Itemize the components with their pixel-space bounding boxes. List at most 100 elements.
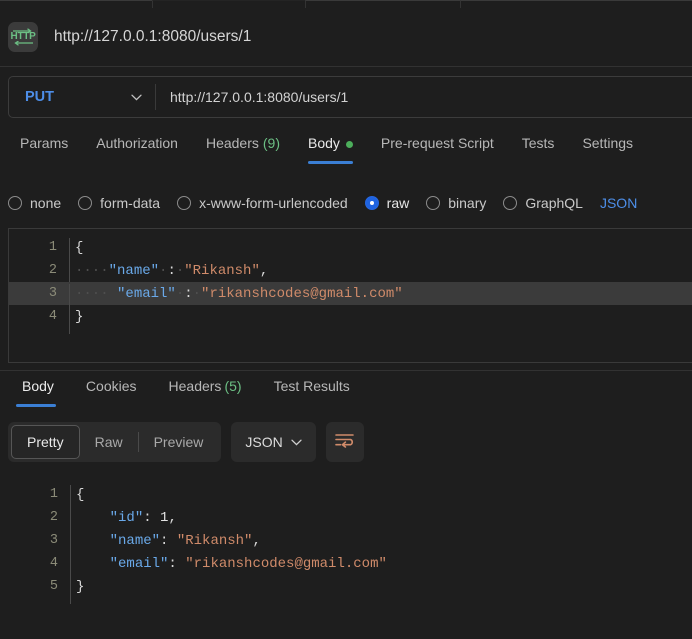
response-tab-label: Headers (168, 378, 222, 394)
request-tab-settings[interactable]: Settings (568, 134, 647, 172)
code-token-ws (76, 556, 110, 572)
chevron-down-icon (291, 439, 302, 446)
radio-button-icon (8, 196, 22, 210)
code-token-ws: · (175, 285, 185, 302)
line-number: 2 (48, 263, 57, 278)
request-tab-tests[interactable]: Tests (508, 134, 569, 172)
code-token-ws: · (175, 262, 185, 279)
code-line-text: { (69, 237, 692, 265)
code-token-key: "email" (109, 555, 169, 572)
request-tab-label: Params (20, 135, 69, 151)
response-divider (0, 370, 692, 371)
body-type-radio-none[interactable]: none (8, 195, 61, 211)
radio-button-icon (364, 196, 379, 210)
line-number: 2 (49, 510, 58, 525)
body-type-radio-x-www-form-urlencoded[interactable]: x-www-form-urlencoded (177, 195, 348, 211)
request-tab-count: (9) (262, 135, 280, 151)
body-type-radio-graphql[interactable]: GraphQL (503, 195, 583, 211)
body-type-radio-label: GraphQL (525, 195, 583, 211)
body-type-radio-form-data[interactable]: form-data (78, 195, 160, 211)
response-tab-test-results[interactable]: Test Results (258, 378, 366, 412)
url-input[interactable]: http://127.0.0.1:8080/users/1 (156, 77, 692, 117)
response-tab-label: Cookies (85, 378, 137, 394)
line-number: 4 (48, 309, 57, 324)
body-type-radio-label: raw (386, 195, 410, 211)
code-line[interactable]: 3 ···· "email"·:·"rikanshcodes@gmail.com" (9, 282, 692, 311)
body-type-radio-label: none (30, 195, 62, 211)
body-type-radio-raw[interactable]: raw (364, 195, 410, 211)
code-token-str: "rikanshcodes@gmail.com" (185, 555, 387, 572)
code-line[interactable]: 3 "name": "Rikansh", (8, 529, 692, 558)
code-token-ws (177, 556, 185, 572)
code-token-key: "email" (108, 285, 176, 302)
request-title-bar: HTTP http://127.0.0.1:8080/users/1 (0, 8, 692, 66)
request-tab-label: Authorization (96, 135, 178, 151)
code-token-punct: { (75, 239, 84, 256)
line-number: 1 (48, 240, 57, 255)
code-token-punct: : (167, 262, 176, 279)
body-format-chip[interactable]: JSON (600, 195, 637, 211)
response-tab-body[interactable]: Body (6, 378, 70, 412)
http-method-selector[interactable]: PUT (9, 77, 155, 117)
code-token-ws: ···· (75, 285, 109, 302)
indent-guide (70, 576, 71, 604)
response-body-code[interactable]: 1{2 "id": 1, 3 "name": "Rikansh", 4 "email… (8, 478, 692, 633)
page-title: http://127.0.0.1:8080/users/1 (54, 28, 252, 45)
response-view-pretty-button[interactable]: Pretty (11, 425, 80, 459)
code-line[interactable]: 1{ (9, 236, 692, 265)
request-body-editor[interactable]: 1{2 ····"name"·:·"Rikansh", 3 ···· "email"·… (8, 228, 692, 363)
chevron-down-icon (131, 94, 142, 101)
window-tab-strip[interactable] (0, 0, 692, 8)
code-line[interactable]: 5} (8, 575, 692, 604)
header-divider (0, 66, 692, 67)
body-type-radio-label: form-data (100, 195, 161, 211)
code-token-ws (76, 510, 110, 526)
body-type-radio-label: x-www-form-urlencoded (199, 195, 348, 211)
request-tab-params[interactable]: Params (6, 134, 82, 172)
word-wrap-toggle-button[interactable] (325, 422, 364, 462)
code-token-punct: : (168, 555, 177, 572)
request-body-code[interactable]: 1{2 ····"name"·:·"Rikansh", 3 ···· "email"·… (9, 229, 692, 362)
response-tab-count: (5) (224, 378, 242, 394)
code-line[interactable]: 4 "email": "rikanshcodes@gmail.com" (8, 552, 692, 581)
code-token-ws (152, 510, 160, 526)
line-number: 3 (48, 286, 57, 301)
code-token-punct: : (184, 285, 193, 302)
radio-button-icon (78, 196, 93, 210)
response-body-viewer[interactable]: 1{2 "id": 1, 3 "name": "Rikansh", 4 "email… (8, 478, 692, 633)
code-line[interactable]: 4} (9, 305, 692, 334)
response-format-selector[interactable]: JSON (231, 422, 316, 462)
tab-strip-segment[interactable] (0, 0, 152, 8)
code-token-ws: · (192, 285, 202, 302)
response-tab-label: Body (22, 378, 54, 394)
request-tab-authorization[interactable]: Authorization (82, 134, 192, 172)
response-tab-cookies[interactable]: Cookies (70, 378, 153, 412)
code-token-punct: } (75, 308, 84, 325)
code-token-str: "Rikansh" (184, 262, 260, 279)
tab-strip-segment[interactable] (460, 0, 692, 8)
code-token-key: "name" (108, 262, 160, 279)
code-line-text: "email": "rikanshcodes@gmail.com" (70, 553, 692, 581)
code-line-text: "name": "Rikansh", (70, 530, 692, 558)
response-tab-headers[interactable]: Headers (5) (153, 378, 258, 412)
request-tab-headers[interactable]: Headers (9) (192, 134, 294, 172)
code-line[interactable]: 2 ····"name"·:·"Rikansh", (9, 259, 692, 288)
line-number: 5 (49, 579, 58, 594)
line-number: 3 (49, 533, 58, 548)
response-view-preview-button[interactable]: Preview (139, 425, 219, 459)
body-modified-dot (345, 141, 353, 148)
http-icon-arrow-left (14, 41, 33, 46)
code-token-key: "id" (109, 509, 144, 526)
request-tab-pre-request-script[interactable]: Pre-request Script (367, 134, 508, 172)
body-type-radio-binary[interactable]: binary (426, 195, 486, 211)
radio-button-icon (177, 196, 192, 210)
code-line[interactable]: 1{ (8, 483, 692, 512)
code-line[interactable]: 2 "id": 1, (8, 506, 692, 535)
word-wrap-icon (335, 432, 355, 453)
request-tab-body[interactable]: Body (294, 134, 367, 172)
response-view-raw-button[interactable]: Raw (80, 425, 138, 459)
tab-strip-segment[interactable] (305, 0, 460, 8)
tab-strip-segment[interactable] (152, 0, 305, 8)
response-view-mode-group: Pretty Raw Preview (8, 422, 222, 462)
response-toolbar: Pretty Raw Preview JSON (8, 422, 364, 462)
